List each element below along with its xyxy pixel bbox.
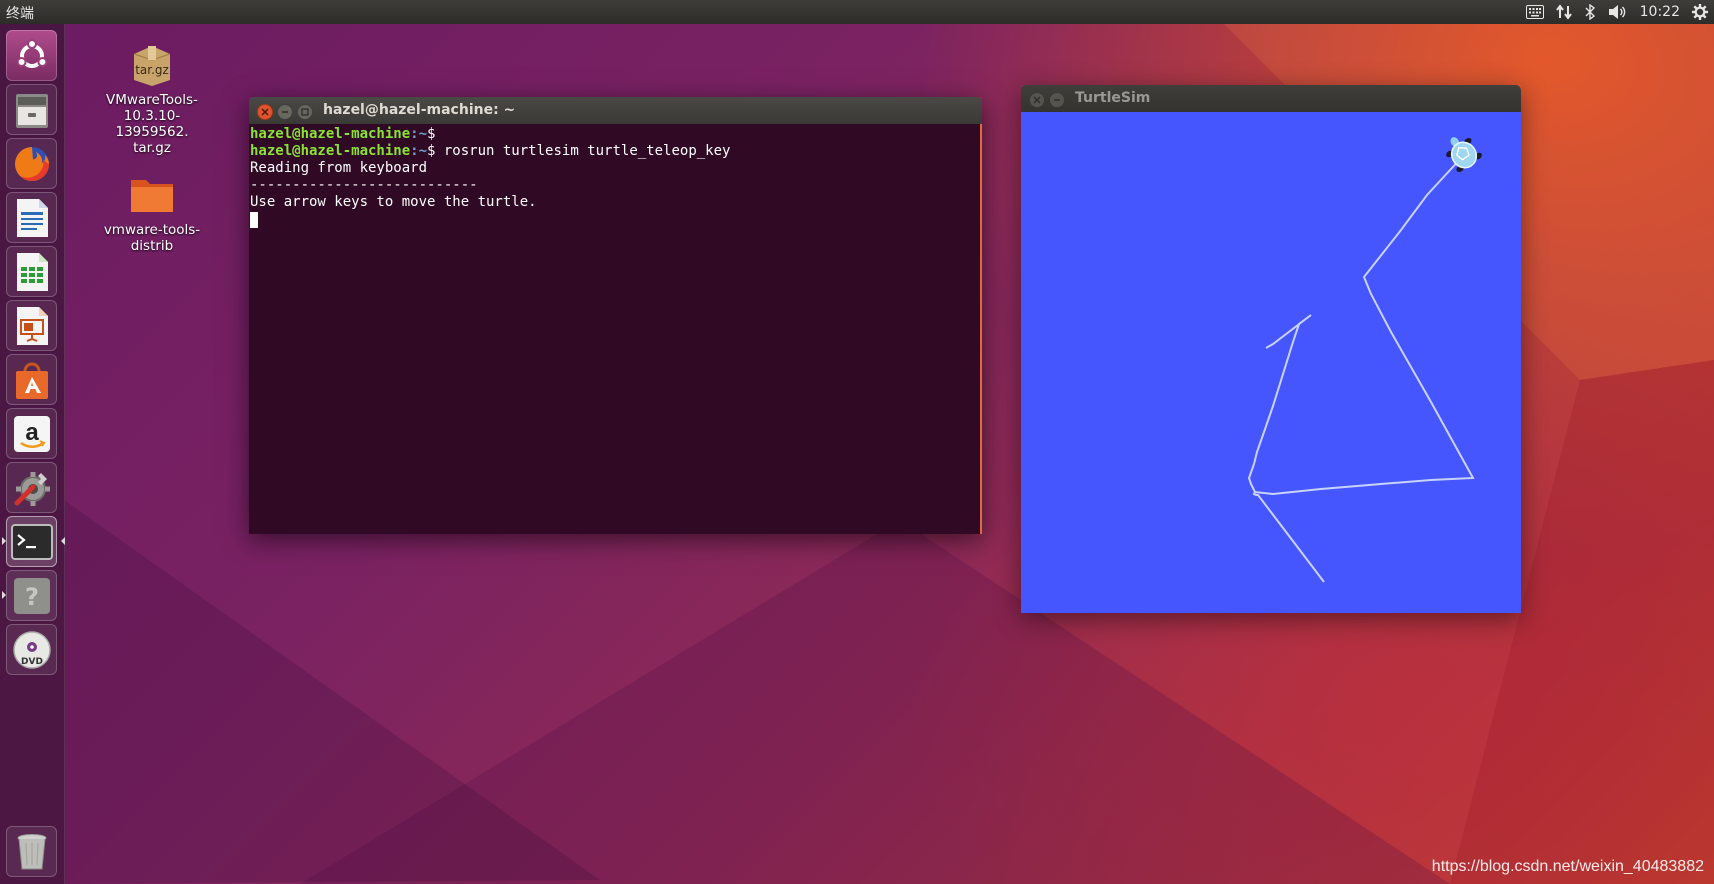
- input-line[interactable]: [250, 211, 980, 228]
- turtlesim-titlebar[interactable]: TurtleSim: [1021, 85, 1521, 112]
- terminal-line: hazel@hazel-machine:~$: [250, 126, 980, 143]
- archive-badge: tar.gz: [135, 63, 169, 77]
- file-cabinet-icon: [15, 93, 48, 128]
- bluetooth-icon[interactable]: [1584, 0, 1596, 24]
- spreadsheet-calc-icon: [16, 252, 48, 291]
- calc-launcher-button[interactable]: [6, 246, 57, 297]
- command-text: rosrun turtlesim turtle_teleop_key: [435, 143, 731, 159]
- turtle-trail-drawing: [1247, 137, 1482, 583]
- close-icon: [1033, 96, 1041, 104]
- ubuntu-logo-icon: [16, 38, 47, 68]
- help-launcher-button[interactable]: ?: [2, 570, 57, 621]
- prompt-user: hazel@hazel-machine: [250, 126, 411, 142]
- running-indicator: [2, 591, 6, 599]
- folder-icon: [131, 180, 173, 212]
- prompt-path: :~: [410, 143, 428, 159]
- terminal-window[interactable]: hazel@hazel-machine: ~ hazel@hazel-machi…: [249, 97, 982, 534]
- system-settings-launcher-button[interactable]: [6, 462, 57, 513]
- desktop-icon-vmware-tools-distrib[interactable]: vmware-tools- distrib: [92, 170, 212, 254]
- active-app-title: 终端: [6, 6, 34, 22]
- svg-text:DVD: DVD: [21, 657, 43, 667]
- minimize-button[interactable]: [1049, 92, 1065, 108]
- watermark: https://blog.csdn.net/weixin_40483882: [1431, 858, 1704, 875]
- turtlesim-title: TurtleSim: [1075, 90, 1151, 106]
- focused-indicator: [61, 537, 65, 545]
- minimize-button[interactable]: [277, 104, 293, 120]
- desktop-icon-vmwaretools-archive[interactable]: tar.gz VMwareTools- 10.3.10-13959562. ta…: [92, 40, 212, 156]
- files-launcher-button[interactable]: [6, 84, 57, 135]
- running-indicator: [2, 537, 6, 545]
- dvd-disc-icon: DVD: [12, 630, 51, 669]
- turtle-icon: [1446, 137, 1482, 173]
- shopping-bag-icon: [15, 362, 48, 399]
- settings-tools-icon: [14, 471, 50, 506]
- turtle-trail: [1253, 155, 1475, 496]
- amazon-launcher-button[interactable]: a: [6, 408, 57, 459]
- presentation-impress-icon: [16, 306, 48, 345]
- settings-gear-icon[interactable]: [1692, 0, 1708, 24]
- writer-launcher-button[interactable]: [6, 192, 57, 243]
- terminal-title: hazel@hazel-machine: ~: [323, 102, 516, 118]
- top-panel: 终端 10:22: [0, 0, 1714, 24]
- keyboard-icon[interactable]: [1525, 0, 1544, 24]
- amazon-icon: a: [13, 415, 50, 452]
- terminal-line: hazel@hazel-machine:~$ rosrun turtlesim …: [250, 143, 980, 160]
- minimize-icon: [282, 111, 288, 113]
- indicator-area: 10:22: [1525, 0, 1708, 24]
- desktop-icon-label: VMwareTools- 10.3.10-13959562. tar.gz: [106, 92, 198, 156]
- ubuntu-dash-button[interactable]: [6, 30, 57, 81]
- maximize-icon: [301, 108, 309, 116]
- turtlesim-window[interactable]: TurtleSim: [1021, 85, 1521, 613]
- text-cursor: [250, 212, 258, 228]
- minimize-icon: [1054, 99, 1060, 101]
- dvd-launcher-button[interactable]: DVD: [6, 624, 57, 675]
- prompt-user: hazel@hazel-machine: [250, 143, 411, 159]
- output-line: Reading from keyboard: [250, 160, 428, 176]
- prompt-symbol: $: [427, 126, 436, 142]
- close-button[interactable]: [1029, 92, 1045, 108]
- output-line: ---------------------------: [250, 177, 478, 193]
- trash-launcher-button[interactable]: [6, 826, 57, 877]
- svg-text:?: ?: [25, 583, 39, 611]
- launcher: a ? DVD: [0, 24, 65, 884]
- output-line: Use arrow keys to move the turtle.: [250, 194, 537, 210]
- firefox-launcher-button[interactable]: [6, 138, 57, 189]
- svg-text:a: a: [25, 419, 39, 446]
- impress-launcher-button[interactable]: [6, 300, 57, 351]
- terminal-icon: [10, 523, 53, 560]
- trash-icon: [17, 833, 46, 869]
- close-icon: [261, 108, 269, 116]
- terminal-content[interactable]: hazel@hazel-machine:~$ hazel@hazel-machi…: [249, 124, 982, 534]
- terminal-launcher-button[interactable]: [2, 516, 65, 567]
- document-writer-icon: [16, 198, 48, 237]
- network-transfer-icon[interactable]: [1555, 0, 1572, 24]
- volume-icon[interactable]: [1608, 0, 1628, 24]
- turtle-trail: [1247, 314, 1325, 583]
- prompt-path: :~: [410, 126, 428, 142]
- help-icon: ?: [13, 577, 50, 614]
- clock[interactable]: 10:22: [1640, 0, 1680, 24]
- software-center-launcher-button[interactable]: [6, 354, 57, 405]
- close-button[interactable]: [257, 104, 273, 120]
- maximize-button[interactable]: [297, 104, 313, 120]
- terminal-titlebar[interactable]: hazel@hazel-machine: ~: [249, 97, 982, 124]
- desktop-icon-label: vmware-tools- distrib: [103, 222, 201, 254]
- firefox-icon: [14, 146, 49, 181]
- turtlesim-canvas: [1021, 112, 1521, 613]
